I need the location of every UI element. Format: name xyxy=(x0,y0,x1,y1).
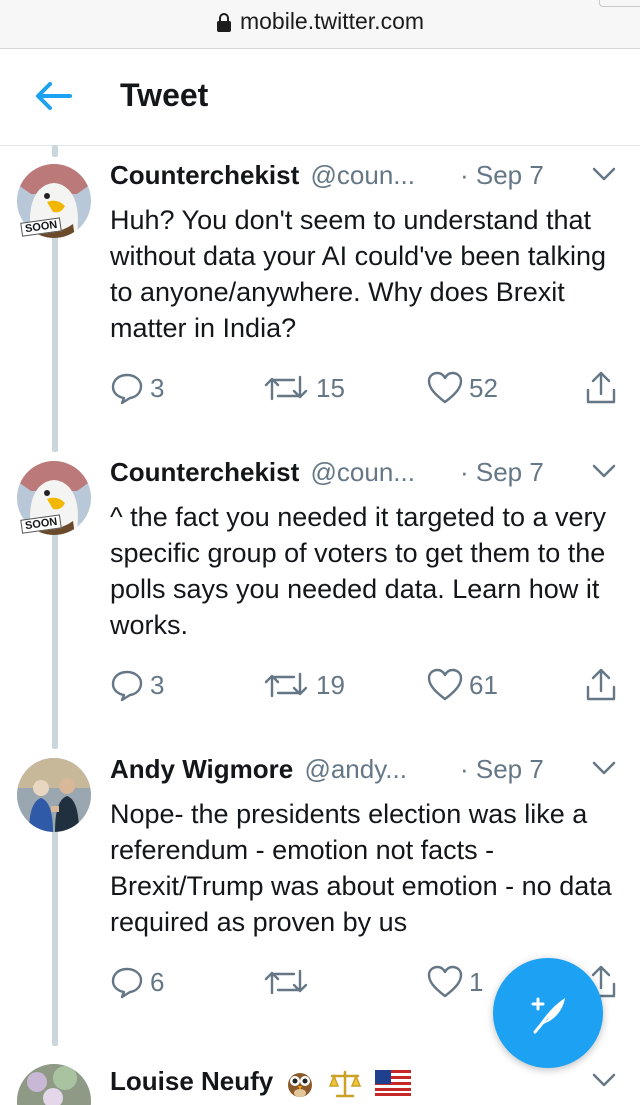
page-title: Tweet xyxy=(120,77,209,113)
display-name[interactable]: Andy Wigmore xyxy=(110,754,293,784)
username-handle[interactable]: @coun... xyxy=(311,160,415,190)
heart-icon xyxy=(427,668,463,701)
retweet-icon xyxy=(264,672,308,698)
us-flag-emoji-icon xyxy=(374,1070,411,1097)
lock-icon xyxy=(216,12,231,32)
retweet-button[interactable] xyxy=(262,962,316,1002)
reply-count: 6 xyxy=(150,966,165,997)
reply-icon xyxy=(111,373,143,405)
like-count: 1 xyxy=(469,966,484,997)
username-handle[interactable]: @andy... xyxy=(304,754,407,784)
owl-emoji-icon xyxy=(288,1073,313,1098)
reply-button[interactable]: 3 xyxy=(110,665,164,705)
tweet-text: Nope- the presidents election was like a… xyxy=(110,799,612,937)
retweet-icon xyxy=(264,969,308,995)
tweet-actions: 3 15 52 xyxy=(110,368,630,408)
username-handle[interactable]: @coun... xyxy=(311,457,415,487)
tweet-date[interactable]: · Sep 7 xyxy=(460,160,544,191)
heart-icon xyxy=(427,371,463,404)
reply-button[interactable]: 6 xyxy=(110,962,164,1002)
tweet-actions: 3 19 61 xyxy=(110,665,630,705)
tweet[interactable]: SOON Counterchekist @coun... · Sep 7 ^ t… xyxy=(0,457,640,751)
photo-avatar-image xyxy=(17,1064,91,1105)
display-name[interactable]: Counterchekist xyxy=(110,457,299,487)
thread-line xyxy=(52,145,58,157)
display-name[interactable]: Counterchekist xyxy=(110,160,299,190)
tweet-text: Huh? You don't seem to understand that w… xyxy=(110,205,606,343)
chevron-down-icon[interactable] xyxy=(592,166,616,182)
retweet-count: 19 xyxy=(316,669,345,700)
like-button[interactable]: 52 xyxy=(427,368,498,408)
browser-url-bar[interactable]: mobile.twitter.com xyxy=(0,0,640,49)
retweet-button[interactable]: 19 xyxy=(262,665,345,705)
share-icon xyxy=(586,668,616,701)
tweet-header: Counterchekist @coun... · Sep 7 xyxy=(110,457,630,491)
tweet-header: Andy Wigmore @andy... · Sep 7 xyxy=(110,754,630,788)
reply-icon xyxy=(111,670,143,702)
tweet-date[interactable]: · Sep 7 xyxy=(460,457,544,488)
like-button[interactable]: 1 xyxy=(427,962,483,1002)
display-name[interactable]: Louise Neufy xyxy=(110,1066,273,1096)
heart-icon xyxy=(427,965,463,998)
like-count: 61 xyxy=(469,669,498,700)
share-button[interactable] xyxy=(584,368,624,408)
retweet-icon xyxy=(264,375,308,401)
retweet-button[interactable]: 15 xyxy=(262,368,345,408)
reply-count: 3 xyxy=(150,669,165,700)
back-arrow-icon[interactable] xyxy=(34,81,72,111)
share-button[interactable] xyxy=(584,665,624,705)
compose-tweet-button[interactable] xyxy=(493,958,603,1068)
compose-feather-icon xyxy=(531,997,565,1034)
like-button[interactable]: 61 xyxy=(427,665,498,705)
tweet-date[interactable]: · Sep 7 xyxy=(460,754,544,785)
tab-edge xyxy=(599,0,640,7)
chevron-down-icon[interactable] xyxy=(592,463,616,479)
page-header: Tweet xyxy=(0,49,640,146)
chevron-down-icon[interactable] xyxy=(592,760,616,776)
reply-icon xyxy=(111,967,143,999)
share-icon xyxy=(586,371,616,404)
tweet[interactable]: Louise Neufy xyxy=(0,1064,640,1105)
avatar[interactable] xyxy=(17,1064,91,1105)
photo-avatar-image xyxy=(17,758,91,832)
tweet[interactable]: SOON Counterchekist @coun... · Sep 7 Huh… xyxy=(0,160,640,454)
reply-count: 3 xyxy=(150,372,165,403)
retweet-count: 15 xyxy=(316,372,345,403)
url-text: mobile.twitter.com xyxy=(239,8,425,34)
chevron-down-icon[interactable] xyxy=(592,1072,616,1088)
avatar[interactable] xyxy=(17,758,91,832)
reply-button[interactable]: 3 xyxy=(110,368,164,408)
tweet-header: Louise Neufy xyxy=(110,1066,630,1100)
url-display[interactable]: mobile.twitter.com xyxy=(0,8,640,35)
tweet-header: Counterchekist @coun... · Sep 7 xyxy=(110,160,630,194)
scales-emoji-icon xyxy=(328,1070,361,1098)
like-count: 52 xyxy=(469,372,498,403)
tweet-text: ^ the fact you needed it targeted to a v… xyxy=(110,502,606,640)
